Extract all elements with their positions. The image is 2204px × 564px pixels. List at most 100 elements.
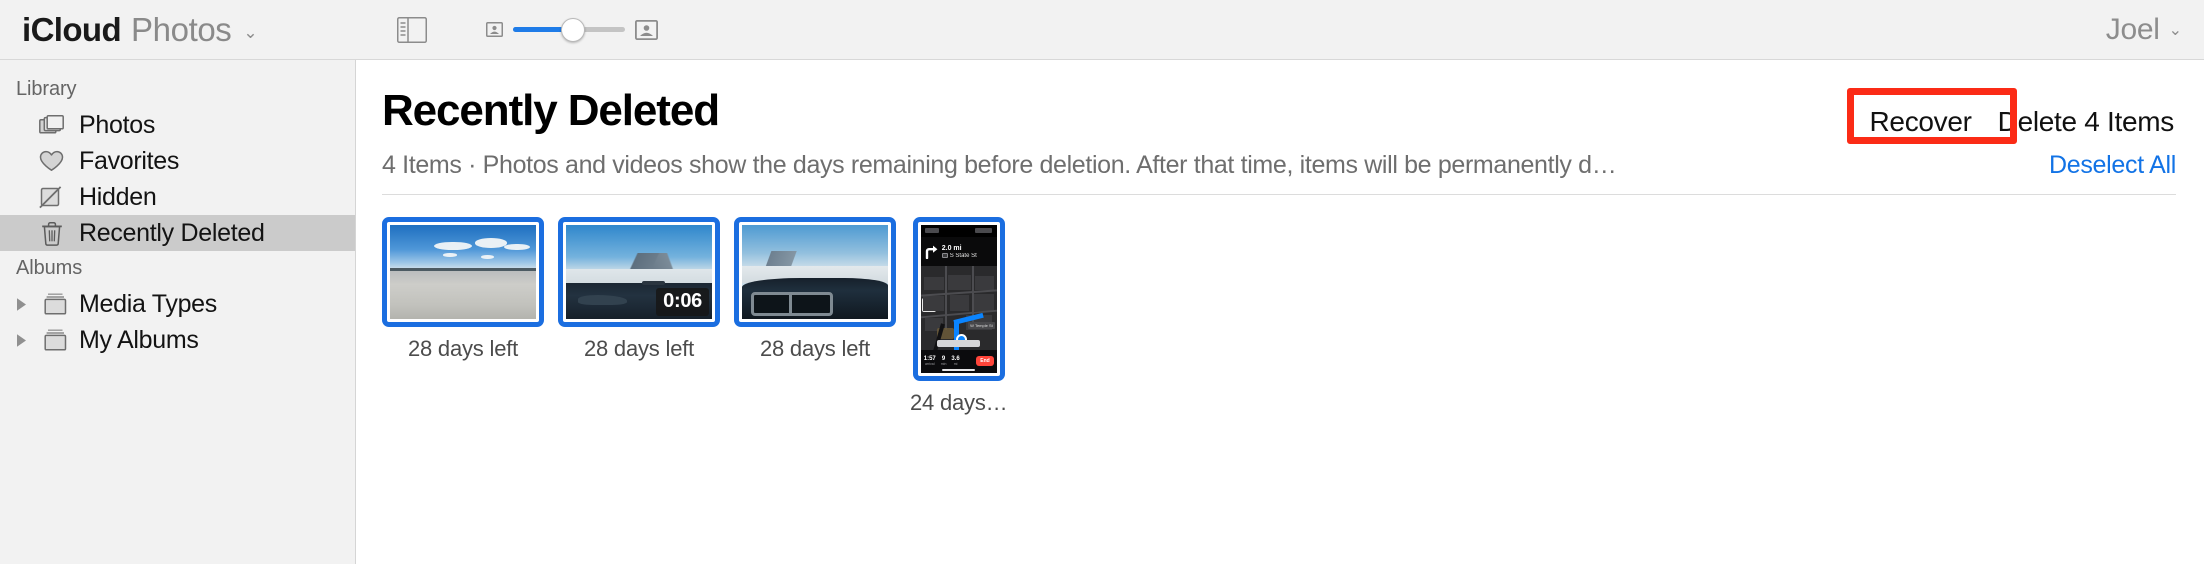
- cloud: [433, 241, 472, 251]
- eta-stat: 1:57 arrival: [924, 356, 936, 367]
- sidebar-section-library-header: Library: [16, 78, 77, 100]
- cloud: [480, 255, 494, 259]
- thumbnail-selected-frame[interactable]: [734, 217, 896, 327]
- heart-icon: [38, 148, 65, 175]
- sidebar-section-albums-header: Albums: [16, 257, 83, 279]
- sidebar-item-label: Favorites: [79, 146, 180, 175]
- mountain-layer: [566, 253, 712, 271]
- eta-arrival-unit: arrival: [924, 362, 935, 367]
- zoom-slider-knob[interactable]: [561, 17, 586, 42]
- sidebar-item-recently-deleted[interactable]: Recently Deleted: [0, 215, 355, 251]
- thumbnail-selected-frame[interactable]: 0:06: [558, 217, 720, 327]
- sidebar-item-label: Hidden: [79, 182, 157, 211]
- album-stack-icon: [42, 327, 69, 354]
- thumbnail-caption: 28 days left: [759, 336, 871, 361]
- recover-button[interactable]: Recover: [1858, 102, 1984, 142]
- icloud-photos-window: iCloud Photos ⌄ Joel ⌄ Library Photos Fa…: [0, 0, 2204, 564]
- status-bar-time: [925, 228, 939, 233]
- photo-thumbnail-salt-flats[interactable]: [390, 225, 536, 319]
- grid-item[interactable]: 2.0 mi S State St W Temple St 1:57 arriv…: [910, 217, 1008, 416]
- sidebar-item-label: Recently Deleted: [79, 218, 265, 247]
- chevron-down-icon[interactable]: ⌄: [243, 24, 257, 41]
- sidebar-item-label: Photos: [79, 110, 156, 139]
- map-canvas[interactable]: W Temple St 1:57 arrival 9 min 3.6 mi En…: [920, 266, 997, 373]
- account-menu[interactable]: Joel ⌄: [2106, 13, 2182, 47]
- eta-stats: 1:57 arrival 9 min 3.6 mi: [924, 356, 960, 367]
- screenshot-thumbnail-maps-navigation[interactable]: 2.0 mi S State St W Temple St 1:57 arriv…: [920, 225, 997, 373]
- thumbnail-caption: 28 days left: [407, 336, 519, 361]
- brand-icloud-label: iCloud: [22, 10, 122, 48]
- ios-status-bar: [920, 225, 997, 237]
- main-content: Recently Deleted Recover Delete 4 Items …: [356, 60, 2204, 564]
- trash-icon: [38, 220, 65, 247]
- album-stack-icon: [42, 291, 69, 318]
- thumbnail-selected-frame[interactable]: 2.0 mi S State St W Temple St 1:57 arriv…: [912, 217, 1005, 381]
- ground-layer: [390, 270, 536, 319]
- deselect-all-button[interactable]: Deselect All: [2025, 151, 2176, 180]
- navigation-banner: 2.0 mi S State St: [920, 236, 997, 267]
- sidebar-toggle-button[interactable]: [394, 15, 430, 45]
- app-brand[interactable]: iCloud Photos ⌄: [0, 11, 258, 49]
- sidebar-item-photos[interactable]: Photos: [0, 107, 355, 143]
- chevron-down-icon: ⌄: [2168, 21, 2182, 39]
- sidebar: Library Photos Favorites Hidden Recently…: [0, 60, 356, 564]
- navigation-distance: 2.0 mi: [941, 244, 962, 252]
- city-block: [975, 276, 994, 290]
- photo-thumbnail-dashboard-vent[interactable]: [742, 225, 888, 319]
- road-label: W Temple St: [968, 321, 995, 329]
- large-photo-icon[interactable]: [634, 19, 658, 40]
- photos-stack-icon: [38, 112, 65, 139]
- subtitle-text: 4 Items · Photos and videos show the day…: [382, 151, 1617, 179]
- sidebar-item-hidden[interactable]: Hidden: [0, 179, 355, 215]
- video-duration-badge: 0:06: [656, 288, 709, 316]
- grid-item[interactable]: 0:06 28 days left: [558, 217, 720, 362]
- home-indicator: [942, 369, 976, 371]
- city-block: [949, 295, 970, 312]
- eta-stat: 3.6 mi: [951, 356, 959, 367]
- window-body: Library Photos Favorites Hidden Recently…: [0, 60, 2204, 564]
- horizon-line: [390, 268, 536, 272]
- sidebar-item-media-types[interactable]: Media Types: [0, 286, 355, 322]
- eta-stat: 9 min: [941, 356, 947, 367]
- sidebar-item-my-albums[interactable]: My Albums: [0, 322, 355, 358]
- end-navigation-button[interactable]: End: [976, 356, 994, 367]
- hidden-eye-slash-icon: [38, 184, 65, 211]
- city-block: [923, 277, 944, 290]
- thumbnail-caption: 28 days left: [583, 336, 695, 361]
- navigation-banner-text: 2.0 mi S State St: [941, 244, 977, 259]
- wiper-detail: [641, 281, 666, 286]
- grid-item[interactable]: 28 days left: [382, 217, 544, 362]
- subtitle-row: 4 Items · Photos and videos show the day…: [382, 151, 2176, 180]
- video-thumbnail-dashboard[interactable]: 0:06: [566, 225, 712, 319]
- thumbnail-caption: 24 days…: [910, 390, 1008, 415]
- bottom-sheet-handle[interactable]: [937, 340, 981, 348]
- photo-grid: 28 days left 0:06 28 days left 28 days l…: [382, 195, 2176, 416]
- road-line: [945, 266, 948, 331]
- brand-photos-label: Photos: [131, 10, 232, 48]
- mountain-layer: [742, 251, 810, 267]
- thumbnail-selected-frame[interactable]: [382, 217, 544, 327]
- sidebar-item-label: Media Types: [79, 289, 217, 318]
- city-block: [973, 294, 994, 312]
- small-photo-icon[interactable]: [485, 22, 503, 37]
- sidebar-item-favorites[interactable]: Favorites: [0, 143, 355, 179]
- navigation-street: S State St: [941, 252, 977, 259]
- eta-minutes-unit: min: [940, 362, 947, 367]
- air-vent-detail: [750, 291, 833, 317]
- city-block: [923, 296, 945, 312]
- cloud: [503, 243, 531, 251]
- grid-item[interactable]: 28 days left: [734, 217, 896, 362]
- city-block: [948, 274, 971, 290]
- header-row: Recently Deleted Recover Delete 4 Items: [382, 86, 2177, 144]
- disclosure-triangle-icon[interactable]: [10, 297, 32, 312]
- disclosure-triangle-icon[interactable]: [10, 333, 32, 348]
- navigation-street-name: S State St: [949, 252, 977, 259]
- header-actions: Recover Delete 4 Items: [1846, 88, 2177, 144]
- delete-items-button[interactable]: Delete 4 Items: [1984, 102, 2176, 142]
- page-title: Recently Deleted: [382, 86, 720, 135]
- toolbar-controls: [394, 15, 658, 45]
- thumbnail-zoom-control: [485, 15, 658, 45]
- cloud: [474, 238, 507, 248]
- sidebar-item-label: My Albums: [79, 325, 199, 354]
- zoom-slider[interactable]: [512, 15, 625, 45]
